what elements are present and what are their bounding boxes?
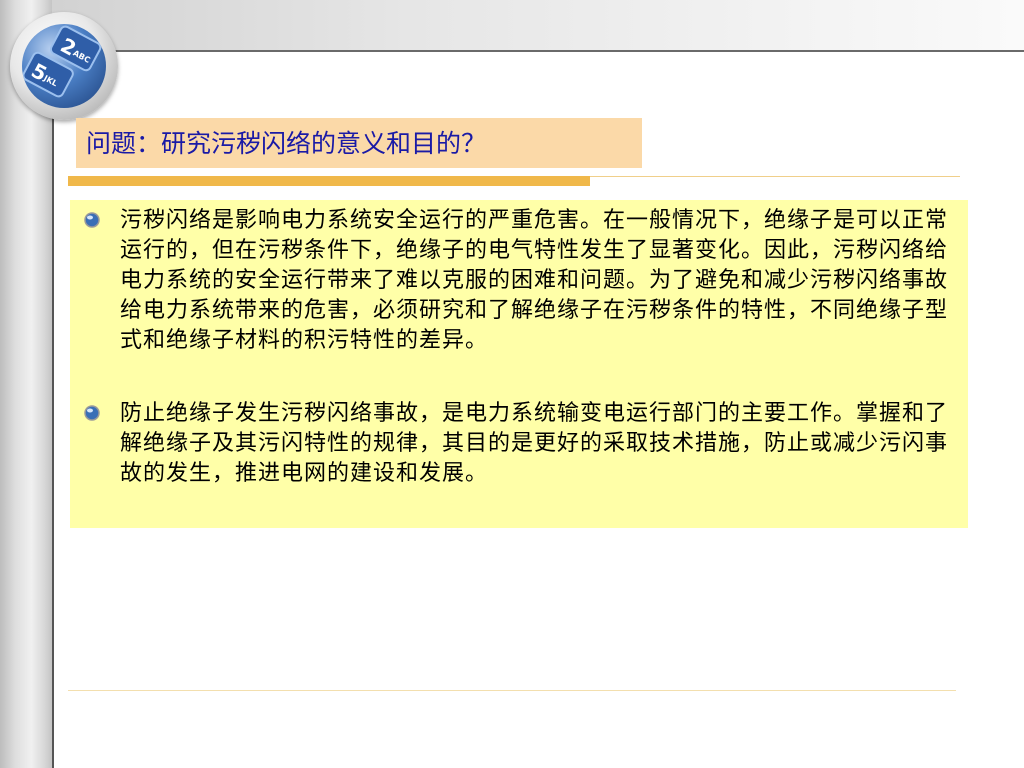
bullet-text: 污秽闪络是影响电力系统安全运行的严重危害。在一般情况下，绝缘子是可以正常运行的，… [120, 208, 949, 353]
keypad-logo-icon: 2 ABC 5 JKL [22, 24, 106, 108]
bottom-rule-line [68, 690, 956, 691]
left-divider-line [52, 108, 54, 768]
title-rule-line [590, 176, 960, 177]
bullet-text: 防止绝缘子发生污秽闪络事故，是电力系统输变电运行部门的主要工作。掌握和了解绝缘子… [120, 401, 949, 486]
title-accent-bar [68, 176, 590, 186]
bullet-orb-icon [84, 405, 100, 421]
slide-title: 问题：研究污秽闪络的意义和目的？ [86, 129, 487, 158]
bullet-orb-icon [84, 212, 100, 228]
top-divider-line [108, 50, 1024, 52]
keypad-logo: 2 ABC 5 JKL [10, 12, 118, 120]
top-decorative-band [0, 0, 1024, 52]
